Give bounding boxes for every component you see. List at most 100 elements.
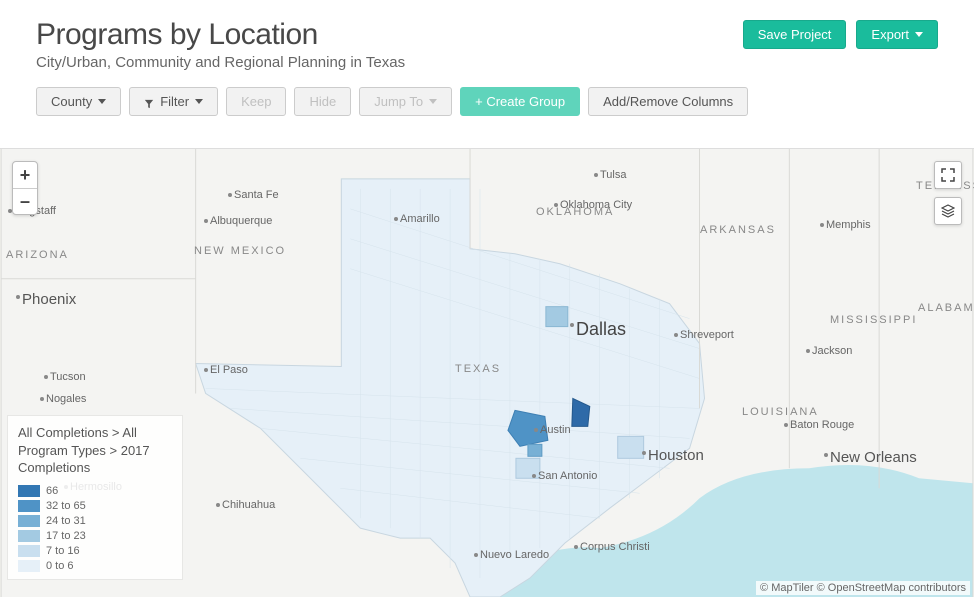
state-label: ARKANSAS bbox=[700, 224, 776, 236]
legend-bin-label: 7 to 16 bbox=[46, 545, 80, 557]
filter-dropdown[interactable]: Filter bbox=[129, 87, 218, 116]
page-subtitle: City/Urban, Community and Regional Plann… bbox=[36, 54, 405, 71]
county-south-austin[interactable] bbox=[528, 444, 542, 456]
map[interactable]: ARIZONANEW MEXICOOKLAHOMATEXASARKANSASLO… bbox=[0, 148, 974, 597]
city-dot bbox=[228, 193, 232, 197]
zoom-in-button[interactable]: + bbox=[13, 162, 37, 188]
legend-bin-label: 24 to 31 bbox=[46, 515, 86, 527]
add-remove-columns-button[interactable]: Add/Remove Columns bbox=[588, 87, 748, 116]
state-label: ALABAMA bbox=[918, 302, 974, 314]
legend-row: 0 to 6 bbox=[18, 558, 172, 573]
city-dot bbox=[806, 349, 810, 353]
city-dot bbox=[642, 451, 646, 455]
legend-swatch bbox=[18, 515, 40, 527]
layers-icon bbox=[941, 204, 955, 218]
state-label: MISSISSIPPI bbox=[830, 314, 917, 326]
county-bexar[interactable] bbox=[516, 458, 540, 478]
legend-row: 17 to 23 bbox=[18, 528, 172, 543]
city-label: Chihuahua bbox=[222, 499, 275, 511]
legend-bin-label: 17 to 23 bbox=[46, 530, 86, 542]
city-label: Corpus Christi bbox=[580, 541, 650, 553]
legend-swatch bbox=[18, 560, 40, 572]
map-side-controls bbox=[934, 161, 962, 225]
chevron-down-icon bbox=[429, 99, 437, 104]
chevron-down-icon bbox=[915, 32, 923, 37]
export-button[interactable]: Export bbox=[856, 20, 938, 49]
legend-row: 32 to 65 bbox=[18, 498, 172, 513]
legend-row: 66 bbox=[18, 483, 172, 498]
legend-bin-label: 0 to 6 bbox=[46, 560, 74, 572]
legend-title: All Completions > All Program Types > 20… bbox=[18, 424, 172, 477]
layers-button[interactable] bbox=[934, 197, 962, 225]
chevron-down-icon bbox=[98, 99, 106, 104]
city-label: Jackson bbox=[812, 345, 852, 357]
city-dot bbox=[204, 219, 208, 223]
city-label: Baton Rouge bbox=[790, 419, 854, 431]
save-project-button[interactable]: Save Project bbox=[743, 20, 847, 49]
county-dallas-area[interactable] bbox=[546, 307, 568, 327]
header: Programs by Location City/Urban, Communi… bbox=[0, 0, 974, 79]
geo-level-dropdown[interactable]: County bbox=[36, 87, 121, 116]
map-legend: All Completions > All Program Types > 20… bbox=[8, 416, 182, 579]
city-dot bbox=[820, 223, 824, 227]
city-dot bbox=[16, 295, 20, 299]
city-dot bbox=[532, 474, 536, 478]
city-dot bbox=[574, 545, 578, 549]
page-title: Programs by Location bbox=[36, 18, 405, 52]
header-actions: Save Project Export bbox=[743, 20, 938, 49]
county-harris[interactable] bbox=[618, 436, 644, 458]
city-label: San Antonio bbox=[538, 470, 597, 482]
city-label: Nuevo Laredo bbox=[480, 549, 549, 561]
state-label: ARIZONA bbox=[6, 249, 69, 261]
legend-bin-label: 32 to 65 bbox=[46, 500, 86, 512]
city-label: Austin bbox=[540, 424, 571, 436]
city-label: Phoenix bbox=[22, 291, 76, 308]
export-label: Export bbox=[871, 27, 909, 42]
city-label: Tucson bbox=[50, 371, 86, 383]
create-group-button[interactable]: + Create Group bbox=[460, 87, 580, 116]
city-label: Shreveport bbox=[680, 329, 734, 341]
legend-swatch bbox=[18, 485, 40, 497]
legend-swatch bbox=[18, 545, 40, 557]
create-group-label: + Create Group bbox=[475, 94, 565, 109]
legend-bin-label: 66 bbox=[46, 485, 58, 497]
city-dot bbox=[554, 203, 558, 207]
city-dot bbox=[594, 173, 598, 177]
keep-label: Keep bbox=[241, 94, 271, 109]
city-dot bbox=[474, 553, 478, 557]
zoom-out-button[interactable]: – bbox=[13, 188, 37, 214]
hide-button[interactable]: Hide bbox=[294, 87, 351, 116]
city-label: Houston bbox=[648, 447, 704, 464]
filter-label: Filter bbox=[160, 94, 189, 109]
city-label: Amarillo bbox=[400, 213, 440, 225]
city-dot bbox=[204, 368, 208, 372]
fullscreen-icon bbox=[941, 168, 955, 182]
keep-button[interactable]: Keep bbox=[226, 87, 286, 116]
city-dot bbox=[674, 333, 678, 337]
city-label: Tulsa bbox=[600, 169, 627, 181]
city-dot bbox=[216, 503, 220, 507]
title-block: Programs by Location City/Urban, Communi… bbox=[36, 18, 405, 71]
geo-level-label: County bbox=[51, 94, 92, 109]
columns-label: Add/Remove Columns bbox=[603, 94, 733, 109]
hide-label: Hide bbox=[309, 94, 336, 109]
chevron-down-icon bbox=[195, 99, 203, 104]
jump-to-dropdown[interactable]: Jump To bbox=[359, 87, 452, 116]
legend-swatch bbox=[18, 530, 40, 542]
filter-icon bbox=[144, 97, 154, 107]
city-dot bbox=[394, 217, 398, 221]
city-label: Oklahoma City bbox=[560, 199, 632, 211]
zoom-controls: + – bbox=[12, 161, 38, 215]
legend-row: 24 to 31 bbox=[18, 513, 172, 528]
city-dot bbox=[570, 323, 574, 327]
fullscreen-button[interactable] bbox=[934, 161, 962, 189]
city-dot bbox=[534, 428, 538, 432]
city-label: Nogales bbox=[46, 393, 86, 405]
legend-row: 7 to 16 bbox=[18, 543, 172, 558]
city-label: Santa Fe bbox=[234, 189, 279, 201]
city-label: El Paso bbox=[210, 364, 248, 376]
state-label: LOUISIANA bbox=[742, 406, 819, 418]
city-label: New Orleans bbox=[830, 449, 917, 466]
map-attribution: © MapTiler © OpenStreetMap contributors bbox=[756, 581, 970, 595]
city-dot bbox=[40, 397, 44, 401]
